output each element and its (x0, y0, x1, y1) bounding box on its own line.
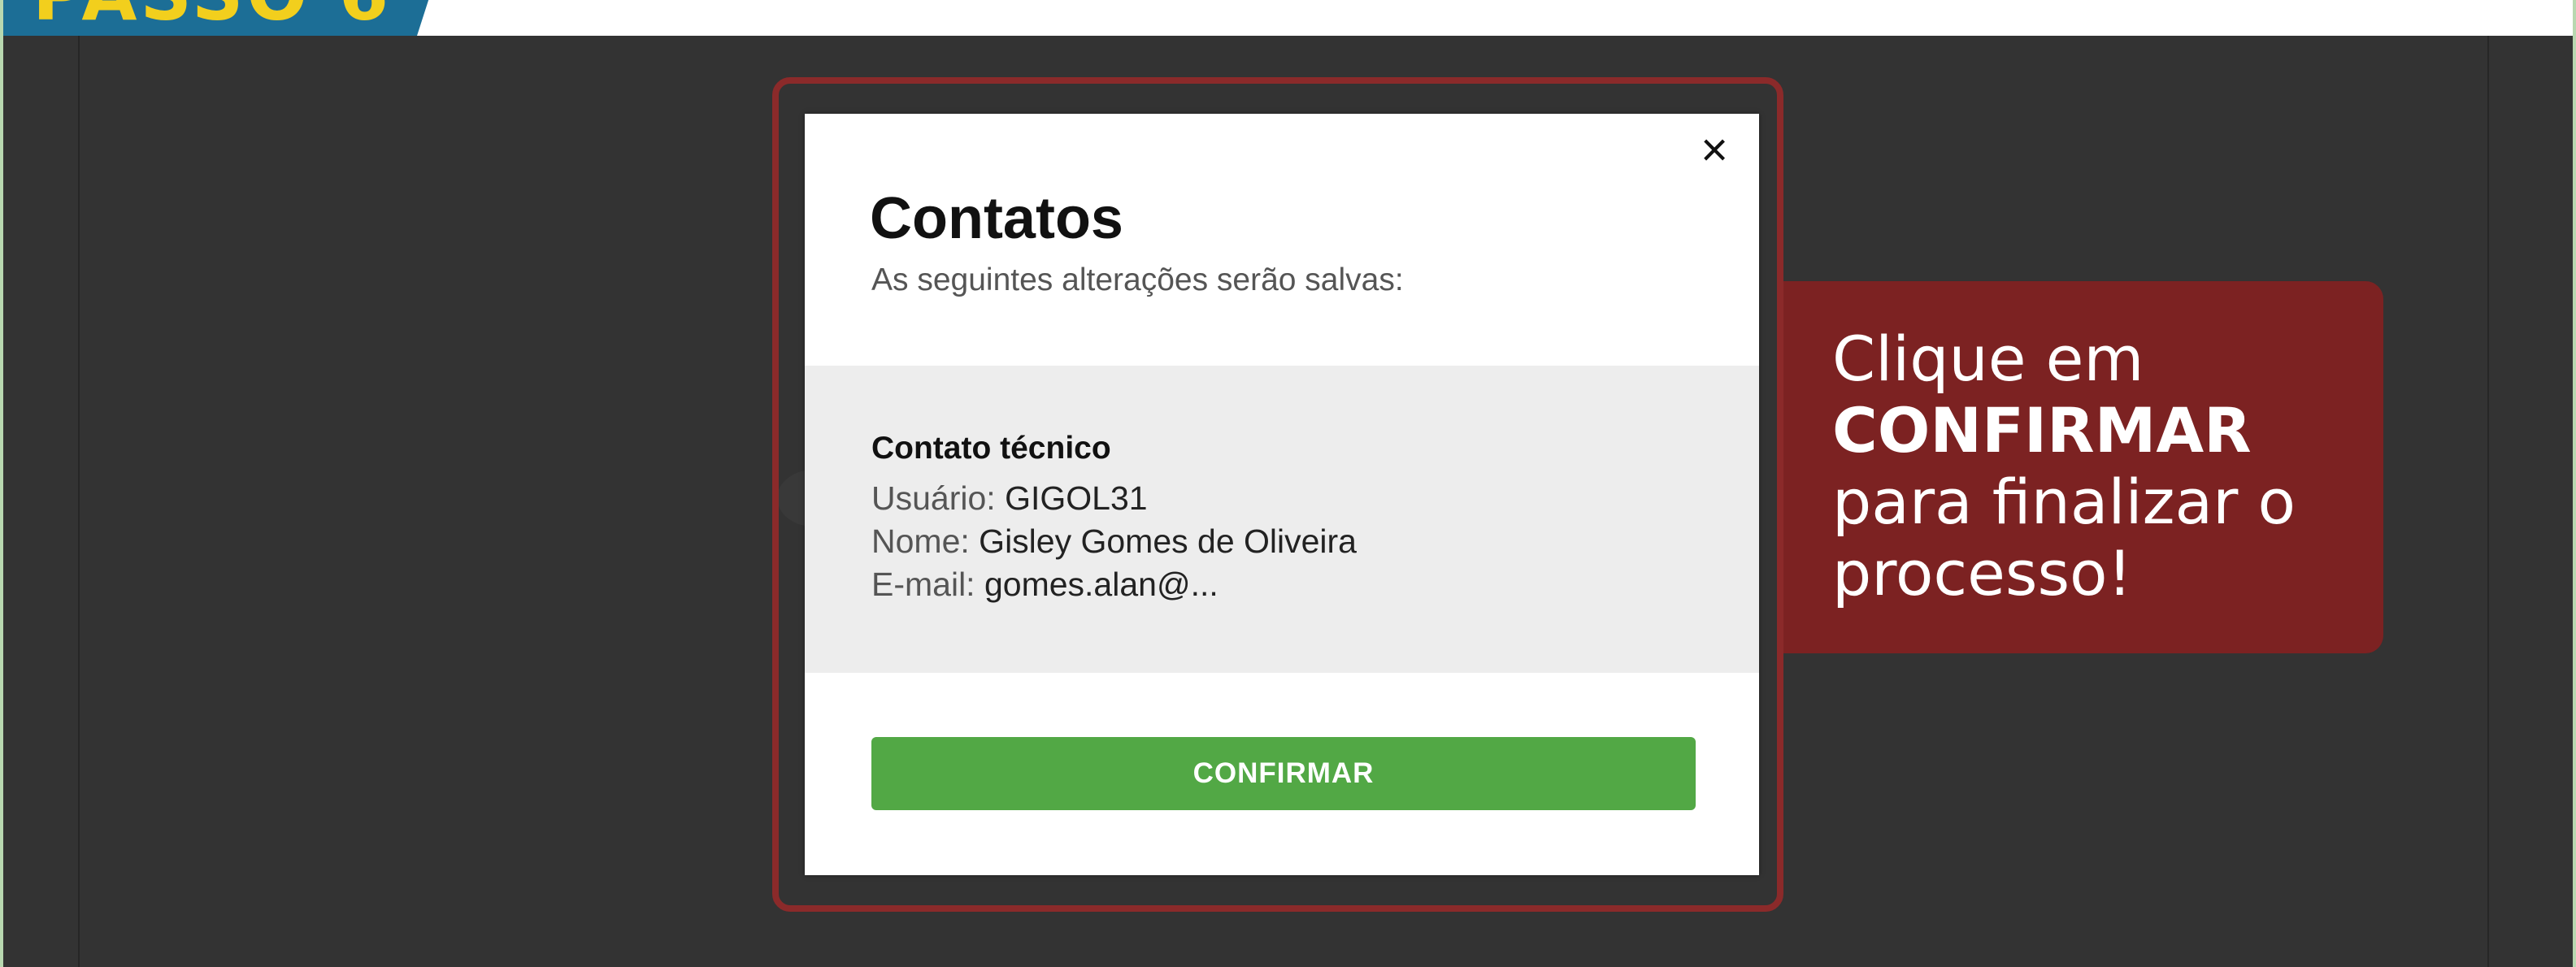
user-label: Usuário: (871, 479, 996, 517)
section-title: Contato técnico (871, 431, 1111, 466)
name-label: Nome: (871, 523, 970, 560)
step-badge: PASSO 6 (3, 0, 439, 36)
confirm-button[interactable]: CONFIRMAR (871, 737, 1696, 810)
callout-line-1: Clique em (1832, 323, 2144, 395)
email-value: gomes.alan@... (984, 566, 1218, 603)
user-value: GIGOL31 (1005, 479, 1148, 517)
left-divider (78, 36, 80, 967)
name-row: Nome: Gisley Gomes de Oliveira (871, 523, 1357, 561)
modal-subtitle: As seguintes alterações serão salvas: (871, 262, 1404, 297)
callout-line-4: processo! (1832, 537, 2133, 609)
changes-panel: Contato técnico Usuário: GIGOL31 Nome: G… (805, 366, 1759, 673)
callout-line-2: CONFIRMAR (1832, 394, 2252, 466)
callout-line-3: para finalizar o (1832, 466, 2296, 538)
email-row: E-mail: gomes.alan@... (871, 566, 1218, 604)
email-label: E-mail: (871, 566, 975, 603)
modal-title: Contatos (870, 186, 1123, 251)
step-label: PASSO 6 (33, 0, 392, 36)
right-divider (2487, 36, 2489, 967)
contacts-modal: × Contatos As seguintes alterações serão… (805, 114, 1759, 875)
close-icon[interactable]: × (1692, 127, 1736, 174)
instruction-callout: Clique em CONFIRMAR para finalizar o pro… (1783, 281, 2383, 653)
user-row: Usuário: GIGOL31 (871, 479, 1148, 518)
name-value: Gisley Gomes de Oliveira (979, 523, 1357, 560)
